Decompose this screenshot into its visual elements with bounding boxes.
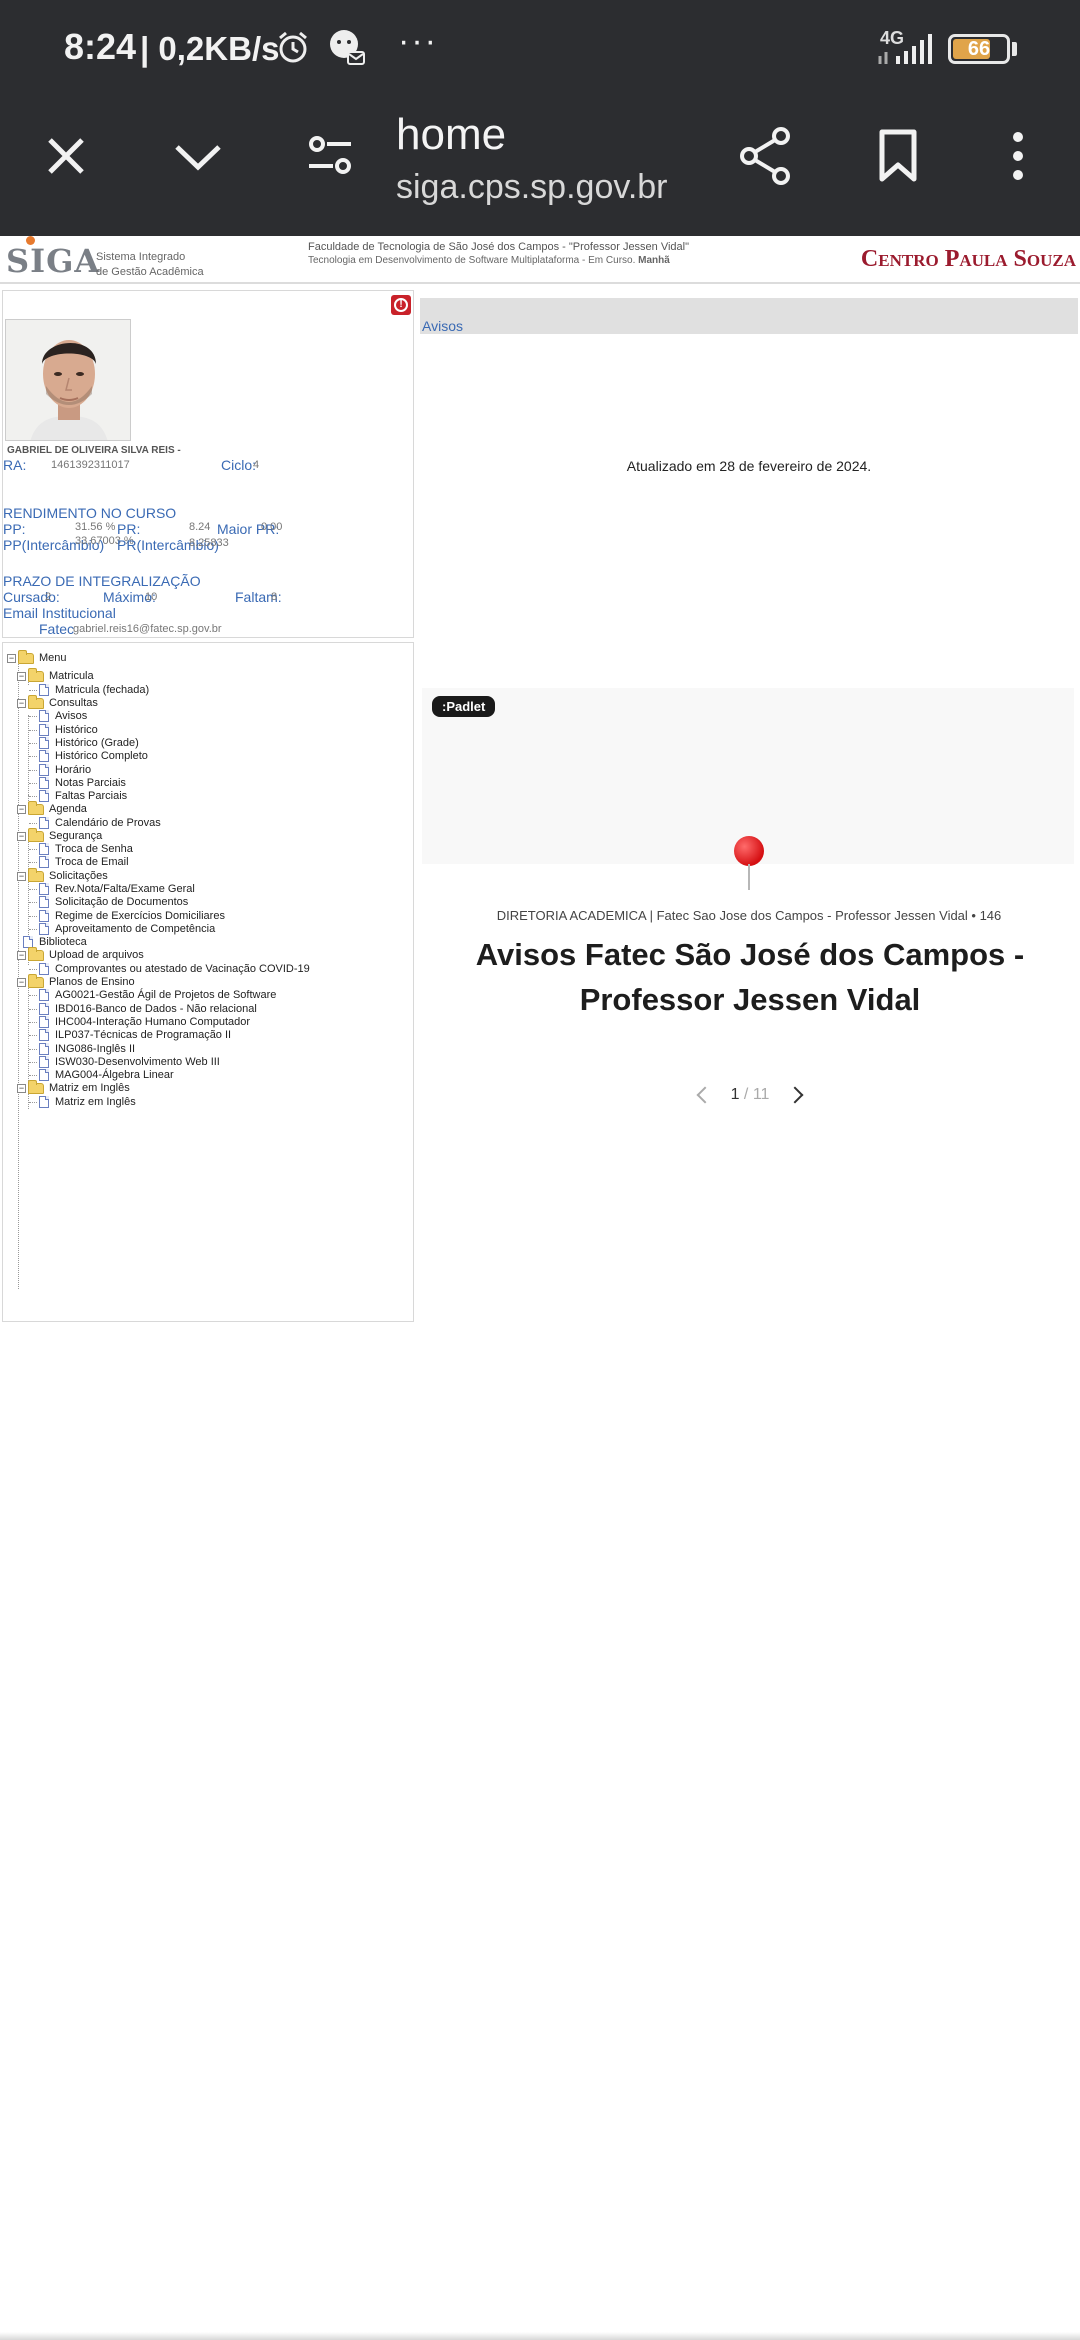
folder-icon [28,1079,44,1094]
padlet-pager: 1 / 11 [680,1080,820,1110]
cycle-label: Ciclo: [221,457,257,473]
tune-icon [309,136,351,174]
close-tab-button[interactable] [28,118,104,194]
student-photo [5,319,131,441]
collapse-button[interactable] [160,118,236,194]
attended-value: 2 [45,591,52,603]
battery-icon: 66 [948,34,1010,64]
email-value: gabriel.reis16@fatec.sp.gov.br [73,623,222,635]
folder-icon [28,667,44,682]
gesture-bar [0,2332,1080,2340]
siga-subtitle: Sistema Integrado de Gestão Acadêmica [96,251,204,278]
site-settings-button[interactable] [292,118,368,194]
status-time: 8:24 [64,26,137,67]
page-total: / 11 [743,1086,770,1103]
tree-menu-root[interactable]: − Menu [7,649,67,667]
email-title: Email Institucional [3,605,116,621]
padlet-badge[interactable]: :Padlet [432,696,496,717]
cycle-value: 4 [253,459,260,471]
status-more: ··· [398,22,438,60]
share-button[interactable] [728,118,804,194]
pr-value: 8.24 [189,521,211,533]
overflow-menu-button[interactable] [980,118,1056,194]
siga-header: SIGA Sistema Integrado de Gestão Acadêmi… [0,236,1080,284]
folder-icon [18,649,34,664]
attended-label: Cursado: [3,589,60,605]
deadline-title: PRAZO DE INTEGRALIZAÇÃO [3,573,201,589]
signal-icon [878,34,932,64]
student-name: GABRIEL DE OLIVEIRA SILVA REIS - [7,445,181,456]
institution-name: Faculdade de Tecnologia de São José dos … [308,241,690,253]
tree-item-matriz-ingles[interactable]: Matriz em Inglês [29,1093,136,1111]
avisos-header-bar [420,298,1078,334]
battery-level: 66 [967,38,991,60]
alarm-icon [279,31,307,63]
padlet-title: Avisos Fatec São José dos Campos - Profe… [475,937,1025,1017]
bookmark-icon [879,129,917,182]
bookmark-button[interactable] [860,118,936,194]
remaining-value: 8 [271,591,278,603]
pr-exchange-value: 8,25833 [189,537,229,549]
more-vert-icon [1013,132,1023,180]
pin-icon [734,836,764,866]
course-info: Tecnologia em Desenvolvimento de Softwar… [308,255,670,266]
page-current: 1 [730,1086,740,1103]
pp-value: 31.56 % [75,521,116,533]
browser-chrome: 8:24 | 0,2KB/s ··· 4G 66 home siga.cps.s… [0,0,1080,236]
alert-icon: ! [394,298,408,312]
network-speed: | 0,2KB/s [140,30,280,67]
url-host[interactable]: siga.cps.sp.gov.br [396,168,668,207]
close-icon [48,138,84,174]
ra-label: RA: [3,457,27,473]
chevron-down-icon [175,145,221,171]
max-pr-value: 0.00 [261,521,283,533]
page-title[interactable]: home [396,110,506,160]
pp-label: PP: [3,521,26,537]
student-panel: ! GABRIEL DE OLIVEIRA SILVA REIS - RA: 1… [2,290,414,638]
alert-button[interactable]: ! [391,295,411,315]
padlet-meta: DIRETORIA ACADEMICA | Fatec Sao Jose dos… [496,908,1002,923]
maximum-value: 10 [145,591,158,603]
performance-title: RENDIMENTO NO CURSO [3,505,177,521]
centro-paula-souza-logo: Centro Paula Souza [860,246,1076,272]
avisos-link[interactable]: Avisos [422,318,463,334]
updated-text: Atualizado em 28 de fevereiro de 2024. [626,458,872,474]
email-label: Fatec [39,621,75,637]
page-icon [39,1096,49,1108]
folder-icon [28,946,44,961]
folder-icon [28,800,44,815]
messenger-icon [330,30,365,65]
navigation-tree: − Menu − Matricula Matricula (fechada) − Co… [2,642,414,1322]
siga-logo[interactable]: SIGA [6,242,100,280]
share-icon [740,127,790,185]
chevron-left-icon[interactable] [696,1086,714,1104]
ra-value: 1461392311017 [51,459,130,471]
chevron-right-icon[interactable] [786,1086,804,1104]
